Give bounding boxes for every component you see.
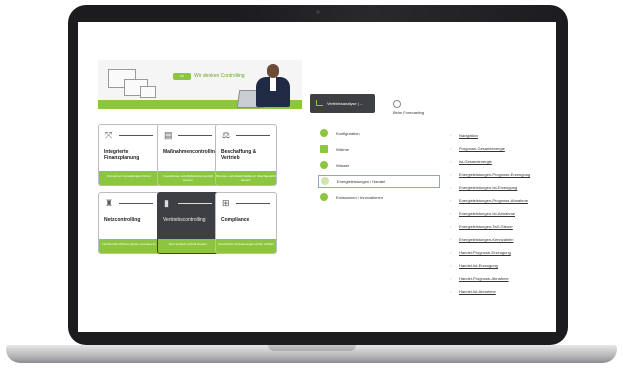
link-item[interactable]: › Handel-Ist-Abnahme (450, 288, 550, 296)
power-pylon-icon: ♜ (105, 198, 114, 208)
chevron-right-icon: › (450, 237, 452, 242)
tile-footer: Den Vertrieb optimal steuern (158, 239, 218, 253)
tile-footer: Bezugs- und Absatzmärkte im Gleichgewich… (216, 171, 276, 185)
gears-icon (320, 129, 328, 137)
tile-footer: Netzbetrieb effizient planen und steuern (99, 239, 159, 253)
target-icon (393, 100, 401, 108)
bar-chart-icon: ▮ (164, 198, 169, 208)
tab-vertriebsanalyse[interactable]: Vertriebsanalyse | ... (310, 94, 375, 113)
balance-scale-icon: ⚖ (222, 130, 231, 140)
chevron-right-icon: › (450, 172, 452, 177)
brand-logo: Wt (173, 73, 191, 80)
tile-massnahmencontrolling[interactable]: ▤ Maßnahmencontrolling Investitionen und… (157, 124, 219, 186)
person-head (267, 64, 279, 78)
laptop-notch (268, 345, 356, 351)
heat-icon (320, 145, 328, 153)
chevron-right-icon: › (450, 133, 452, 138)
tile-netzcontrolling[interactable]: ♜ Netzcontrolling Netzbetrieb effizient … (98, 192, 160, 254)
link-item[interactable]: › Energieleistungen-Ist-Abnahme (450, 210, 550, 218)
tile-title: Integrierte Finanzplanung (104, 149, 140, 161)
link-item[interactable]: › Energieleistungen-TaG-Steuer (450, 223, 550, 231)
menu-item-waerme[interactable]: Wärme (318, 144, 438, 155)
menu-item-emissionen[interactable]: Emissionen / Innovationen (318, 192, 438, 203)
tile-title: Compliance (221, 217, 250, 223)
document-chart-icon: ▤ (164, 130, 173, 140)
tab-label: Beim Forecasting (393, 110, 425, 115)
menu-item-konfiguration[interactable]: Konfiguration (318, 128, 438, 139)
chevron-right-icon: › (450, 211, 452, 216)
leaf-icon (320, 193, 328, 201)
menu-item-wasser[interactable]: Wasser (318, 160, 438, 171)
tile-vertriebscontrolling[interactable]: ▮ Vertriebscontrolling Den Vertrieb opti… (157, 192, 219, 254)
chevron-right-icon: › (450, 224, 452, 229)
laptop-screen: Wt Wir denken Controlling ⤧ Integrierte … (78, 22, 556, 332)
banner-slogan: Wir denken Controlling (194, 73, 245, 79)
chart-icon (316, 100, 323, 106)
tile-beschaffung-vertrieb[interactable]: ⚖ Beschaffung & Vertrieb Bezugs- und Abs… (215, 124, 277, 186)
link-item[interactable]: › Handel-Prognose-Abnahme (450, 275, 550, 283)
chevron-right-icon: › (450, 289, 452, 294)
tile-title: Maßnahmencontrolling (163, 149, 218, 155)
chevron-right-icon: › (450, 276, 452, 281)
tile-footer: Investitionen und Maßnahmen gezielt steu… (158, 171, 218, 185)
menu-item-energieleistungen-handel[interactable]: Energieleistungen / Handel (318, 175, 440, 188)
chevron-right-icon: › (450, 185, 452, 190)
camera-icon (316, 10, 320, 14)
tab-forecasting[interactable]: Beim Forecasting (383, 100, 425, 119)
scale-arrows-icon: ⤧ (105, 130, 113, 140)
link-item[interactable]: › Energieleistungen-Prognose-Abnahme (450, 197, 550, 205)
chevron-right-icon: › (450, 263, 452, 268)
link-item[interactable]: › Handel-Prognose-Erzeugung (450, 249, 550, 257)
link-item[interactable]: › Energieleistungen-Ist-Erzeugung (450, 184, 550, 192)
tab-label: Vertriebsanalyse | ... (327, 101, 364, 106)
tile-compliance[interactable]: ⊞ Compliance Gesetzliche Anforderungen s… (215, 192, 277, 254)
tile-integrierte-finanzplanung[interactable]: ⤧ Integrierte Finanzplanung Konzerne & V… (98, 124, 160, 186)
tile-title: Beschaffung & Vertrieb (221, 149, 257, 161)
link-item[interactable]: › Ist-Gesamtenergie (450, 158, 550, 166)
tile-footer: Konzerne & Verwaltungen führen (99, 171, 159, 185)
tablet-illustration (140, 86, 156, 98)
chevron-right-icon: › (450, 198, 452, 203)
chevron-right-icon: › (450, 250, 452, 255)
water-icon (320, 161, 328, 169)
energy-icon (321, 177, 329, 185)
tile-title: Vertriebscontrolling (163, 217, 206, 223)
tile-footer: Gesetzliche Anforderungen sicher erfülle… (216, 239, 276, 253)
link-item[interactable]: › Handel-Ist-Erzeugung (450, 262, 550, 270)
link-item[interactable]: › Prognose-Gesamtenergie (450, 145, 550, 153)
link-item[interactable]: › Navigation (450, 132, 550, 140)
chevron-right-icon: › (450, 159, 452, 164)
person-shirt (270, 77, 276, 91)
link-item[interactable]: › Energieleistungen-Kennzahlen (450, 236, 550, 244)
grid-icon: ⊞ (222, 198, 230, 208)
chevron-right-icon: › (450, 146, 452, 151)
tile-title: Netzcontrolling (104, 217, 141, 223)
link-item[interactable]: › Energieleistungen-Prognose-Erzeugung (450, 171, 550, 179)
